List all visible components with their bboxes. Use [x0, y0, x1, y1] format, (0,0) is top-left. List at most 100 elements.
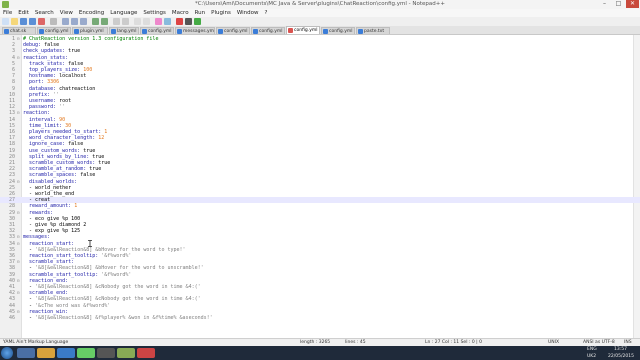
code-token: false: [68, 141, 84, 148]
code-token: root: [59, 98, 72, 104]
undo-icon[interactable]: [92, 18, 99, 25]
code-token: 100: [83, 67, 93, 73]
code-editor[interactable]: 1 ⊟ # ChatReaction version 1.3 configurati…: [0, 35, 640, 338]
explorer-icon[interactable]: [17, 348, 35, 358]
clock-date[interactable]: 22/05/2015: [608, 353, 634, 360]
menu-item[interactable]: File: [0, 9, 15, 17]
file-icon: [253, 29, 258, 34]
clock-time[interactable]: 13:57: [614, 346, 627, 353]
code-token: use_custom_words:: [23, 147, 84, 154]
app-icon[interactable]: [137, 348, 155, 358]
menu-item[interactable]: Settings: [140, 9, 169, 17]
code-token: debug:: [23, 42, 45, 49]
notepad-window: *C:\Users\Ami\Documents\MC Java & Server…: [0, 0, 640, 347]
close-button[interactable]: ✕: [626, 0, 639, 8]
new-file-icon[interactable]: [2, 18, 9, 25]
chrome-icon[interactable]: [37, 348, 55, 358]
code-token: '': [59, 104, 66, 111]
keyboard-region[interactable]: UK2: [587, 353, 596, 360]
tab-file[interactable]: config.yml: [251, 27, 285, 34]
code-token: scramble_start_tooltip:: [23, 271, 102, 278]
code-line[interactable]: 46 - '&8[&e&lReaction&8] &f%player% &won…: [0, 315, 640, 321]
menu-item[interactable]: Macro: [169, 9, 192, 17]
menu-item[interactable]: Search: [32, 9, 57, 17]
stop-macro-icon[interactable]: [185, 18, 192, 25]
tab-file[interactable]: config.yml: [321, 27, 355, 34]
play-macro-icon[interactable]: [194, 18, 201, 25]
tab-file[interactable]: config.yml: [140, 27, 174, 34]
code-token: 90: [59, 116, 66, 123]
tab-file[interactable]: config.yml: [216, 27, 250, 34]
menu-item[interactable]: View: [57, 9, 76, 17]
copy-icon[interactable]: [71, 18, 78, 25]
tab-file[interactable]: messages.yml: [175, 27, 215, 34]
code-token: -: [23, 265, 36, 272]
zoom-in-icon[interactable]: [134, 18, 141, 25]
tab-label: lang.yml: [117, 29, 137, 34]
minecraft-icon[interactable]: [117, 348, 135, 358]
redo-icon[interactable]: [101, 18, 108, 25]
indent-guide-icon[interactable]: [164, 18, 171, 25]
code-token: check_updates:: [23, 48, 69, 55]
menu-item[interactable]: Run: [192, 9, 209, 17]
code-token: '&8[&e&lReaction&8] &bHover for the word…: [35, 265, 204, 272]
paste-icon[interactable]: [80, 18, 87, 25]
file-icon: [323, 29, 328, 34]
tab-file[interactable]: config.yml: [286, 26, 320, 34]
keyboard-language[interactable]: ENG: [587, 346, 597, 353]
code-token: - world_the_end: [23, 191, 75, 197]
line-number: 46: [8, 315, 15, 321]
record-macro-icon[interactable]: [176, 18, 183, 25]
code-token: word_character_length:: [23, 135, 99, 142]
wrap-icon[interactable]: [155, 18, 162, 25]
tab-file[interactable]: plugin.yml: [72, 27, 108, 34]
print-icon[interactable]: [50, 18, 57, 25]
code-token: scramble_at_random:: [23, 166, 90, 173]
menu-bar: File Edit Search View Encoding Language Settin…: [0, 9, 640, 17]
code-token: split_words_by_line:: [23, 153, 93, 160]
tab-file[interactable]: config.yml: [37, 27, 71, 34]
zoom-out-icon[interactable]: [143, 18, 150, 25]
tab-file[interactable]: chat.sk: [2, 27, 36, 34]
menu-item[interactable]: Window: [234, 9, 262, 17]
code-token: password:: [23, 104, 60, 111]
menu-item[interactable]: Encoding: [76, 9, 107, 17]
code-token: disabled_worlds:: [23, 178, 78, 185]
menu-item[interactable]: Plugins: [208, 9, 234, 17]
save-all-icon[interactable]: [29, 18, 36, 25]
minimize-button[interactable]: –: [598, 0, 611, 8]
menu-item[interactable]: ?: [262, 9, 271, 17]
save-icon[interactable]: [20, 18, 27, 25]
tab-label: paste.txt: [364, 29, 385, 34]
code-token: # ChatReaction version 1.3 configuration…: [23, 36, 159, 42]
code-token: true: [89, 166, 102, 173]
code-token: 1: [104, 129, 108, 135]
start-button[interactable]: [1, 347, 13, 359]
menu-item[interactable]: Language: [107, 9, 140, 17]
code-token: username:: [23, 98, 60, 104]
file-icon: [74, 29, 79, 34]
code-token: scramble_custom_words:: [23, 160, 99, 166]
code-token: reaction_win:: [23, 308, 69, 315]
find-icon[interactable]: [113, 18, 120, 25]
cut-icon[interactable]: [62, 18, 69, 25]
open-file-icon[interactable]: [11, 18, 18, 25]
replace-icon[interactable]: [122, 18, 129, 25]
code-token: messages:: [23, 234, 51, 241]
code-token: '&f%word%': [101, 271, 132, 278]
tab-label: config.yml: [45, 29, 69, 34]
code-token: ignore_case:: [23, 141, 69, 148]
maximize-button[interactable]: □: [612, 0, 625, 8]
terminal-icon[interactable]: [97, 348, 115, 358]
close-file-icon[interactable]: [38, 18, 45, 25]
skype-icon[interactable]: [57, 348, 75, 358]
file-icon: [177, 29, 182, 34]
tab-file[interactable]: lang.yml: [109, 27, 139, 34]
code-token: false: [44, 42, 60, 49]
code-token: '&8[&e&lReaction&8] &cNobody got the wor…: [35, 284, 201, 290]
tab-file[interactable]: paste.txt: [356, 27, 390, 34]
notepadpp-taskbar-icon[interactable]: [77, 348, 95, 358]
file-icon: [142, 29, 147, 34]
menu-item[interactable]: Edit: [15, 9, 32, 17]
code-token: scramble_start:: [23, 259, 75, 266]
